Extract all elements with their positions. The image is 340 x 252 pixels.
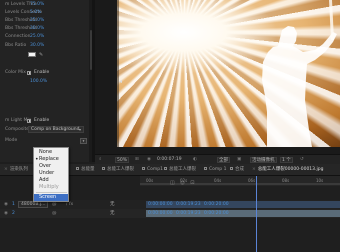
silhouette-figure [262,0,337,147]
draft-3d-icon[interactable]: ◫ [170,180,175,186]
light-mix-checkbox-text: Enable [34,118,50,123]
param-value[interactable]: 30.0% [30,41,44,50]
duration[interactable]: 0:00:20:00 [204,200,229,209]
comp-icon [164,167,167,170]
zoom-dropdown[interactable]: 50% [115,157,130,163]
mode-options-button[interactable]: ▾ [80,137,87,144]
motion-blur-icon[interactable]: ◎ [180,180,184,186]
blend-mode[interactable]: 无 [110,209,115,218]
tab-comp[interactable]: 合成 [230,164,244,176]
menu-item-add[interactable]: Add [34,177,68,184]
playhead[interactable] [256,176,257,252]
composition-viewer[interactable]: ◂ [95,0,340,154]
timeline-switches: ◫ ◎ ⊡ [170,180,195,186]
tab-comp[interactable]: Comp 1 [204,164,226,176]
light-mix-checkbox[interactable] [27,118,31,123]
menu-item-none[interactable]: None [34,149,68,156]
layer-name[interactable]: 48000B.j... [18,201,49,208]
camera-dropdown[interactable]: 活动摄像机 [250,157,277,163]
color-value[interactable]: 100.0% [30,77,47,86]
effect-param-row[interactable]: Bbs Ratio 30.0% [0,41,92,50]
color-swatch-row[interactable]: ✎ [0,50,92,59]
menu-separator [36,192,67,193]
viewer-toolbar: ⌕ 50% ⊞ ◉ 0:00:07:19 ◐ 全部 ▣ 活动摄像机 1 个 ↺ [95,154,340,164]
effect-param-row[interactable]: Connection 25.0% [0,32,92,41]
mode-row[interactable]: Mode ▾ [0,136,92,145]
in-point[interactable]: 0:00:00:00 [148,200,173,209]
eyedropper-icon[interactable]: ✎ [39,51,43,60]
color-mix-checkbox-text: Enable [34,70,50,75]
close-icon[interactable]: × [252,167,256,172]
composite-dropdown-menu: None Replace Over Under Add Multiply Scr… [33,147,69,202]
layer-row[interactable]: ◉ 2 @ 无 0:00:00:00 0:00:19:23 0:00:20:00 [0,209,340,218]
graph-editor-icon[interactable]: ⊡ [190,180,194,186]
composition-frame[interactable] [117,0,340,147]
comp-icon [76,167,79,170]
tab-render-queue[interactable]: × 渲染队列 [4,164,28,176]
color-value-row[interactable]: 100.0% [0,77,92,86]
parent-pickwhip-icon[interactable]: @ [52,209,57,218]
comp-icon [230,167,233,170]
color-swatch[interactable] [28,52,36,57]
blend-mode[interactable]: 无 [110,200,115,209]
effect-controls-panel: m Levels Thre 75.0% Levels Connecto 5.0%… [0,0,92,162]
param-value[interactable]: 25.0% [30,32,44,41]
comp-icon [102,167,105,170]
mode-label: Mode [5,138,18,143]
light-mix-row[interactable]: m Light Mix Enable [0,116,92,125]
color-mix-row[interactable]: Color Mix Enable [0,68,92,77]
visibility-icon[interactable]: ◉ [4,209,8,218]
layer-number: 2 [12,211,15,216]
menu-item-replace[interactable]: Replace [34,156,68,163]
composite-row[interactable]: Composite Comp on Background [0,125,92,134]
resolution-dropdown[interactable]: 全部 [217,157,230,163]
tab-comp[interactable]: 总能量 [76,164,95,176]
tab-comp-active[interactable]: × 总能工人爆裂00000-00013.jpg [252,164,323,176]
color-mix-checkbox[interactable] [27,70,31,75]
menu-item-over[interactable]: Over [34,163,68,170]
viewer-anchor-icon: ◂ [119,78,123,85]
views-dropdown[interactable]: 1 个 [280,157,293,163]
comp-icon [142,167,145,170]
composite-dropdown[interactable]: Comp on Background [28,126,84,133]
tab-comp[interactable]: 总能工人爆裂 [102,164,134,176]
visibility-icon[interactable]: ◉ [4,200,8,209]
menu-item-multiply[interactable]: Multiply [34,184,68,191]
tab-comp[interactable]: 总能工人爆裂 [164,164,196,176]
comp-icon [204,167,207,170]
in-point[interactable]: 0:00:00:00 [148,209,173,218]
out-point[interactable]: 0:00:19:23 [176,200,201,209]
duration[interactable]: 0:00:20:00 [204,209,229,218]
layer-number: 1 [12,202,15,207]
color-mix-label: Color Mix [5,70,26,75]
close-icon[interactable]: × [4,167,8,172]
menu-item-screen[interactable]: Screen [34,194,68,201]
tab-comp[interactable]: Comp1 [142,164,163,176]
param-label: Bbs Ratio [5,43,27,48]
menu-item-under[interactable]: Under [34,170,68,177]
composite-label: Composite [5,127,30,132]
param-label: Connection [5,34,31,39]
out-point[interactable]: 0:00:19:23 [176,209,201,218]
